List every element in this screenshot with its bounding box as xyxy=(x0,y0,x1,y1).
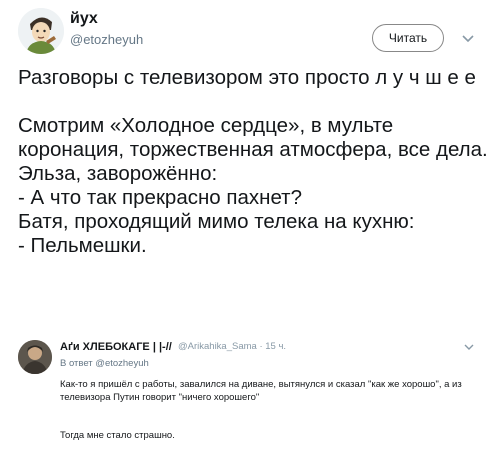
reply-meta[interactable]: @Arikahika_Sama · 15 ч. xyxy=(178,341,286,352)
author-name[interactable]: йух xyxy=(70,10,98,28)
tweet-header: йух @etozheyuh Читать xyxy=(0,0,500,62)
reply-in-reply-to[interactable]: В ответ @etozheyuh xyxy=(60,358,149,369)
chevron-down-icon[interactable] xyxy=(458,28,478,48)
reply-tweet[interactable]: Аґи ХЛЕБОКАГЕ | |-// @Arikahika_Sama · 1… xyxy=(0,330,500,451)
reply-avatar-photo-icon xyxy=(18,340,52,374)
reply-body: Как-то я пришёл с работы, завалился на д… xyxy=(60,379,462,403)
reply-author-avatar[interactable] xyxy=(18,340,52,374)
author-handle[interactable]: @etozheyuh xyxy=(70,32,143,47)
reply-author-name[interactable]: Аґи ХЛЕБОКАГЕ | |-// xyxy=(60,341,172,353)
reply-body-continued: Тогда мне стало страшно. xyxy=(60,430,175,441)
avatar-illustration-icon xyxy=(18,8,64,54)
author-avatar[interactable] xyxy=(18,8,64,54)
reply-chevron-down-icon[interactable] xyxy=(462,340,476,354)
follow-button[interactable]: Читать xyxy=(372,24,444,52)
tweet-text: Разговоры с телевизором это просто л у ч… xyxy=(18,66,488,257)
